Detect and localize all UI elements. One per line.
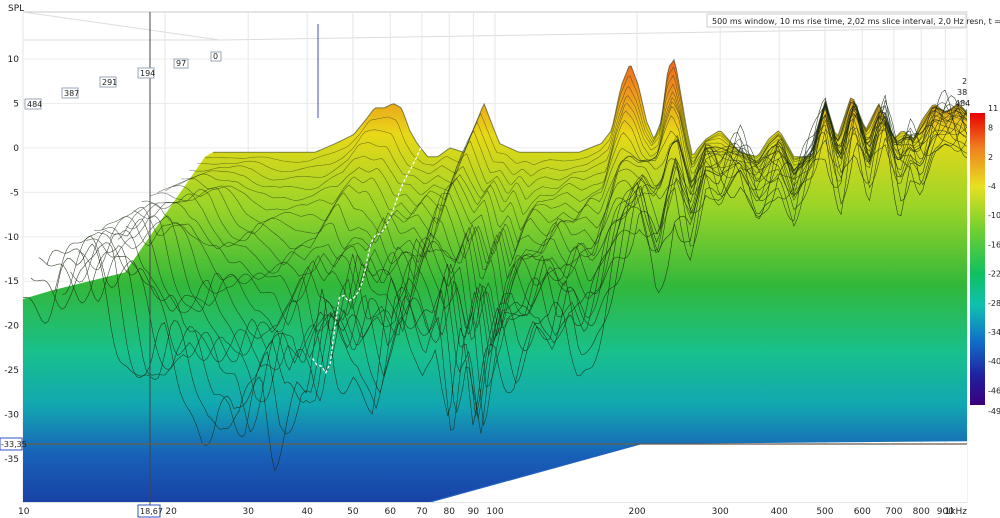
time-label-0-text: 0 [213, 52, 218, 61]
colorbar-ticks: 11 8 2 -4 -10 -16 -22 -28 -34 -40 -46 -49 [988, 104, 1000, 416]
y-tick-label: -25 [4, 366, 19, 376]
time-label-387: 387 [61, 87, 79, 99]
x-tick-label: 400 [771, 507, 788, 517]
colorbar-tick-label: 8 [988, 124, 993, 133]
time-label-484: 484 [24, 98, 42, 110]
x-tick-label: 90 [468, 507, 480, 517]
info-text: 500 ms window, 10 ms rise time, 2,02 ms … [712, 17, 1000, 26]
colorbar-tick-label: -34 [988, 328, 1000, 337]
x-tick-label: 10 [18, 507, 30, 517]
x-tick-label: 500 [816, 507, 833, 517]
colorbar-tick-label: 11 [988, 104, 998, 113]
colorbar-tick-label: -40 [988, 357, 1000, 366]
colorbar-tick-label: -22 [988, 270, 1000, 279]
x-tick-label: 100 [486, 507, 503, 517]
colorbar-tick-label: -4 [988, 182, 996, 191]
waterfall-chart: 0 97 194 291 387 484 2 38 484 500 ms win… [0, 4, 1000, 518]
x-tick-label: 30 [242, 507, 254, 517]
time-label-194-text: 194 [140, 69, 155, 78]
colorbar: 11 8 2 -4 -10 -16 -22 -28 -34 -40 -46 -49 [970, 104, 1000, 416]
y-axis-ticks: 10 5 0 -5 -10 -15 -20 -25 -30 -35 [4, 55, 19, 465]
colorbar-tick-label: -10 [988, 211, 1000, 220]
info-box: 500 ms window, 10 ms rise time, 2,02 ms … [706, 13, 1000, 28]
time-label-194: 194 [137, 67, 155, 79]
y-axis-title: SPL [8, 4, 24, 14]
time-label-right-3: 484 [955, 99, 970, 108]
x-tick-label: 800 [913, 507, 930, 517]
time-label-291: 291 [99, 76, 117, 88]
cursor-y-readout: -33,35 [0, 437, 27, 451]
y-tick-label: 5 [13, 99, 19, 109]
time-label-291-text: 291 [102, 78, 117, 87]
cursor-y-readout-text: -33,35 [1, 440, 27, 449]
time-label-387-text: 387 [64, 89, 79, 98]
time-label-right-1: 2 [962, 77, 967, 86]
x-tick-label: 20 [165, 507, 177, 517]
x-tick-label: 200 [628, 507, 645, 517]
y-tick-label: -20 [4, 322, 19, 332]
time-label-97: 97 [173, 58, 189, 69]
colorbar-tick-label: -28 [988, 299, 1000, 308]
y-tick-label: -30 [4, 411, 19, 421]
y-tick-label: -15 [4, 277, 19, 287]
x-tick-label: 40 [301, 507, 313, 517]
time-label-97-text: 97 [176, 59, 186, 68]
time-label-484-text: 484 [27, 100, 42, 109]
x-tick-label: 60 [385, 507, 397, 517]
time-label-0: 0 [210, 51, 222, 62]
cursor-x-readout-text: 18,67 [140, 507, 163, 516]
colorbar-tick-label: -16 [988, 240, 1000, 249]
y-tick-label: -35 [4, 455, 19, 465]
y-tick-label: -5 [10, 188, 19, 198]
x-tick-label: 600 [854, 507, 871, 517]
y-tick-label: 0 [13, 144, 19, 154]
x-tick-label: 80 [444, 507, 456, 517]
x-tick-label: 50 [347, 507, 359, 517]
colorbar-tick-label: -49 [988, 407, 1000, 416]
y-tick-label: 10 [8, 55, 20, 65]
colorbar-tick-label: -46 [988, 386, 1000, 395]
time-label-right-2: 38 [957, 88, 967, 97]
x-tick-label: 700 [885, 507, 902, 517]
y-tick-label: -10 [4, 233, 19, 243]
cursor-x-readout: 18,67 [137, 504, 163, 518]
colorbar-tick-label: 2 [988, 153, 993, 162]
x-tick-label: 1kHz [945, 507, 968, 517]
colorbar-gradient [970, 113, 985, 405]
x-tick-label: 300 [712, 507, 729, 517]
x-tick-label: 70 [416, 507, 428, 517]
